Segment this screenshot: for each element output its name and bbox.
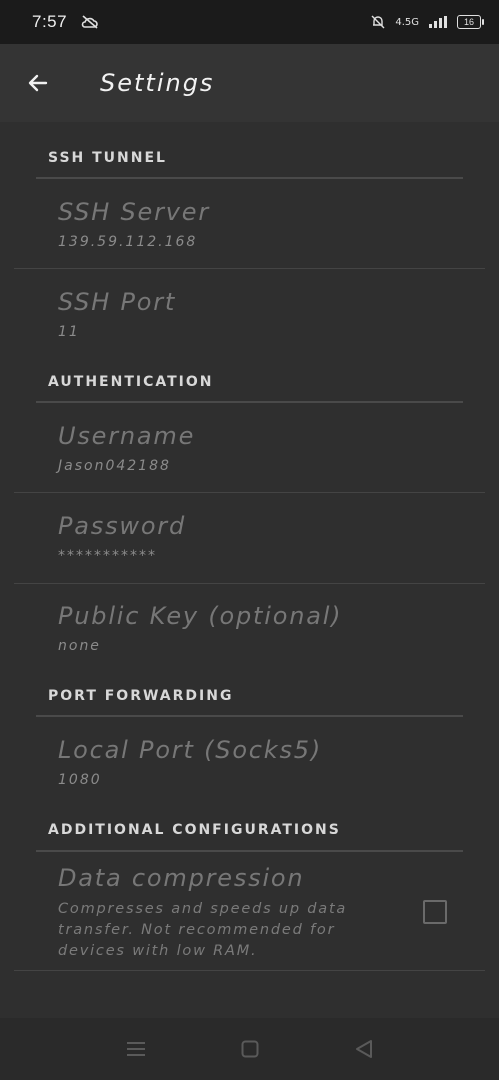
square-icon <box>241 1040 258 1058</box>
item-divider <box>14 492 485 493</box>
password-value: *********** <box>58 548 157 564</box>
local-port-title: Local Port (Socks5) <box>58 736 323 764</box>
item-divider <box>14 268 485 269</box>
battery-level: 16 <box>463 17 474 27</box>
section-header-ssh-tunnel: SSH TUNNEL <box>48 150 167 166</box>
status-left: 7:57 <box>32 12 99 32</box>
app-bar: Settings <box>0 44 499 122</box>
public-key-value: none <box>58 638 101 654</box>
section-divider <box>36 715 463 717</box>
ssh-port-value: 11 <box>58 324 80 340</box>
system-navigation-bar <box>0 1018 499 1080</box>
data-compression-description: Compresses and speeds up data transfer. … <box>58 901 348 959</box>
triangle-back-icon <box>355 1040 372 1058</box>
menu-icon <box>126 1042 145 1056</box>
signal-icon <box>429 16 447 28</box>
home-button[interactable] <box>238 1037 262 1061</box>
cloud-off-icon <box>81 15 98 29</box>
data-compression-title: Data compression <box>58 864 305 892</box>
section-divider <box>36 850 463 852</box>
status-bar: 7:57 4.5G 16 <box>0 0 499 44</box>
section-header-authentication: AUTHENTICATION <box>48 374 214 390</box>
status-time: 7:57 <box>32 12 68 31</box>
password-title: Password <box>58 512 187 540</box>
back-button[interactable] <box>352 1037 376 1061</box>
network-speed: 4.5G <box>395 16 419 28</box>
username-value: Jason042188 <box>58 458 171 474</box>
bell-off-icon <box>371 15 385 29</box>
ssh-server-title: SSH Server <box>58 198 210 226</box>
section-header-additional: ADDITIONAL CONFIGURATIONS <box>48 822 341 838</box>
username-title: Username <box>58 422 196 450</box>
status-right: 4.5G 16 <box>371 15 484 29</box>
ssh-port-title: SSH Port <box>58 288 177 316</box>
back-arrow-icon[interactable] <box>26 71 50 95</box>
ssh-server-value: 139.59.112.168 <box>58 234 198 250</box>
data-compression-checkbox[interactable] <box>423 900 447 924</box>
item-divider <box>14 583 485 584</box>
section-header-port-forwarding: PORT FORWARDING <box>48 688 234 704</box>
local-port-value: 1080 <box>58 772 102 788</box>
item-divider <box>14 970 485 971</box>
section-divider <box>36 177 463 179</box>
page-title: Settings <box>100 69 215 97</box>
public-key-title: Public Key (optional) <box>58 602 343 630</box>
section-divider <box>36 401 463 403</box>
battery-icon: 16 <box>457 15 484 29</box>
recent-apps-button[interactable] <box>124 1037 148 1061</box>
